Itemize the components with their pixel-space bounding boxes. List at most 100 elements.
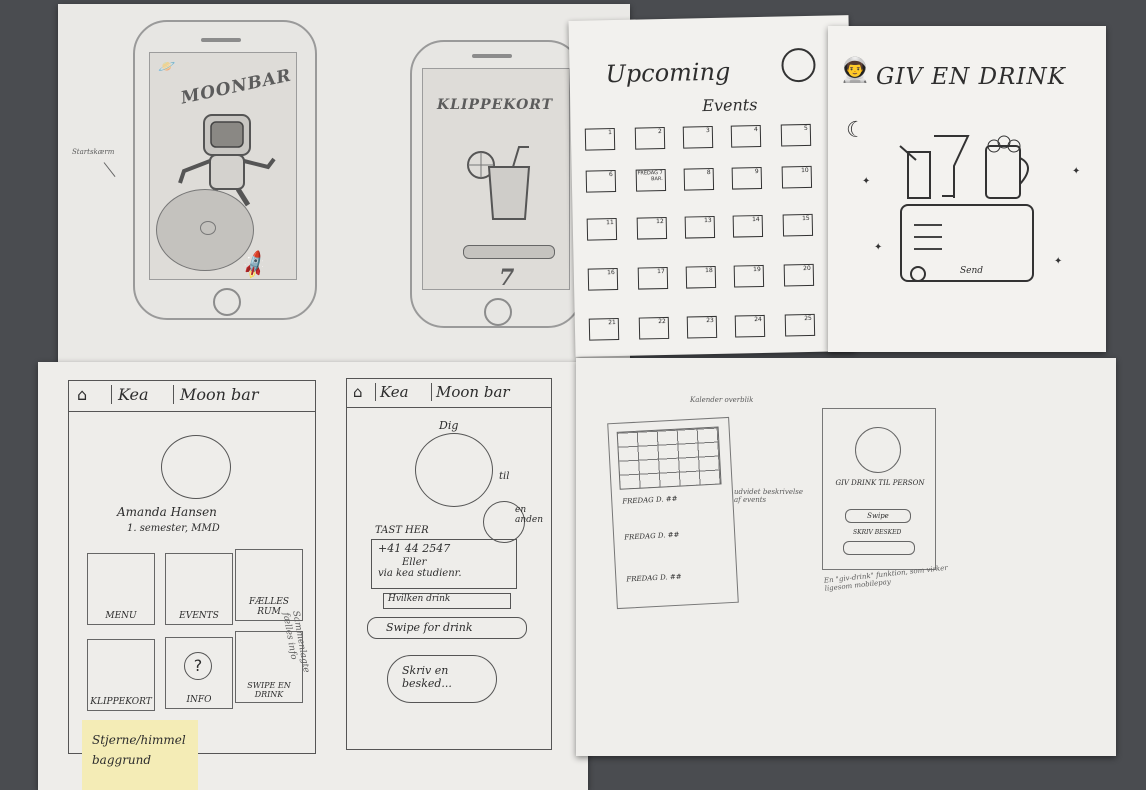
- message-field[interactable]: [843, 541, 915, 555]
- calendar-day: 12: [636, 216, 668, 240]
- eller-label: Eller: [402, 557, 427, 568]
- calendar-overview: [616, 426, 722, 490]
- calendar-day: 9: [731, 166, 763, 190]
- giv-en-drink-paper: GIV EN DRINK 👨‍🚀 ☾ Send ✦ ✦ ✦ ✦: [828, 26, 1106, 352]
- event-row: FREDAG D. ##: [626, 572, 682, 584]
- speaker: [472, 54, 512, 58]
- nav-bar: ⌂ Kea Moon bar: [347, 379, 551, 408]
- text-line: [914, 224, 942, 226]
- phone-screen: MOONBAR 🚀 🪐: [149, 52, 297, 282]
- calendar-day: 17: [637, 266, 669, 290]
- calendar-day: 6: [585, 170, 617, 193]
- question-icon: ?: [184, 652, 212, 680]
- calendar-day: 16: [587, 267, 619, 291]
- calendar-day: 19: [733, 264, 765, 288]
- text-line: [914, 248, 942, 250]
- dig-label: Dig: [439, 419, 459, 432]
- kalender-note: Kalender overblik: [690, 396, 754, 404]
- giv-en-drink-title: GIV EN DRINK: [876, 64, 1066, 90]
- upcoming-title: Upcoming: [605, 57, 731, 89]
- cookie-moon-icon: [781, 47, 816, 83]
- tile-label: MENU: [105, 611, 137, 621]
- tast-her-label: TAST HER: [375, 525, 429, 536]
- calendar-day: 11: [586, 218, 618, 241]
- phone-sketch-klippekort: KLIPPEKORT 7: [410, 40, 582, 328]
- calendar-day: 10: [781, 165, 813, 189]
- tile-klippekort[interactable]: KLIPPEKORT: [87, 639, 155, 711]
- tile-menu[interactable]: MENU: [87, 553, 155, 625]
- home-icon[interactable]: ⌂: [353, 383, 363, 401]
- message-card: Send: [900, 204, 1034, 282]
- tile-label: KLIPPEKORT: [90, 697, 152, 707]
- speaker: [201, 38, 241, 42]
- sticky-note: Stjerne/himmel baggrund: [82, 720, 198, 790]
- skriv-besked-label: SKRIV BESKED: [853, 529, 902, 536]
- calendar-day: FREDAG 7 BAR.: [635, 168, 667, 192]
- drinks-icon: [899, 135, 1029, 199]
- phone-number: +41 44 2547: [378, 542, 451, 555]
- tile-label: INFO: [186, 695, 212, 705]
- swipe-for-drink-button[interactable]: Swipe for drink: [367, 617, 527, 639]
- star-icon: ✦: [862, 176, 871, 187]
- events-paper: Upcoming Events 1 2 3 4 5 6 FREDAG 7 BAR…: [568, 15, 856, 357]
- star-icon: ✦: [874, 242, 883, 253]
- calendar-day: 21: [588, 317, 620, 341]
- calendar-grid: 1 2 3 4 5 6 FREDAG 7 BAR. 8 9 10 11 12 1…: [584, 123, 840, 348]
- calendar-day: 8: [683, 167, 715, 191]
- astronaut-icon: 👨‍🚀: [840, 56, 870, 84]
- star-icon: ✦: [1054, 256, 1063, 267]
- tile-label: EVENTS: [179, 611, 219, 621]
- progress-bar: [463, 245, 555, 259]
- calendar-day: 5: [780, 123, 812, 147]
- calendar-day: 22: [638, 316, 670, 340]
- calendar-day: 18: [685, 265, 717, 289]
- nav-moonbar[interactable]: Moon bar: [173, 385, 258, 404]
- nav-moonbar[interactable]: Moon bar: [431, 383, 510, 401]
- home-button: [484, 298, 512, 326]
- moonbar-title: MOONBAR: [179, 65, 294, 109]
- giv-drink-phone-sketch: GIV DRINK TIL PERSON Swipe SKRIV BESKED: [822, 408, 936, 570]
- drink-select[interactable]: Hvilken drink: [383, 593, 511, 609]
- calendar-day: 13: [684, 215, 716, 239]
- crescent-moon-icon: ☾: [846, 118, 866, 143]
- klippekort-count: 7: [499, 265, 515, 291]
- sticky-note-text: Stjerne/himmel baggrund: [92, 733, 186, 767]
- nav-kea[interactable]: Kea: [111, 385, 149, 404]
- events-title: Events: [702, 95, 758, 116]
- calendar-day: 20: [783, 263, 815, 287]
- drink-screen-sketch: ⌂ Kea Moon bar Dig til en anden TAST HER…: [346, 378, 552, 750]
- til-label: til: [499, 471, 510, 482]
- calendar-day: 2: [634, 126, 666, 150]
- drink-glass-icon: [467, 146, 531, 220]
- calendar-day: 25: [784, 313, 816, 337]
- text-line: [914, 236, 942, 238]
- phone-sketch-moonbar: MOONBAR 🚀 🪐: [133, 20, 317, 320]
- nav-kea[interactable]: Kea: [375, 383, 409, 401]
- calendar-day: 15: [782, 213, 814, 237]
- phone-screen: KLIPPEKORT 7: [422, 68, 570, 291]
- star-icon: ✦: [1072, 166, 1081, 177]
- phone-field[interactable]: +41 44 2547 Eller via kea studienr.: [371, 539, 517, 589]
- calendar-day: 4: [730, 124, 762, 148]
- udvidet-note: udvidet beskrivelse af events: [734, 488, 803, 504]
- calendar-day: 14: [732, 214, 764, 238]
- events-phone-sketch: FREDAG D. ## FREDAG D. ## FREDAG D. ##: [607, 416, 739, 610]
- event-row: FREDAG D. ##: [624, 530, 680, 542]
- home-button: [213, 288, 241, 316]
- nav-bar: ⌂ Kea Moon bar: [69, 381, 315, 412]
- swipe-pill[interactable]: Swipe: [845, 509, 911, 523]
- message-bubble[interactable]: Skriv en besked...: [387, 655, 497, 703]
- studienr-label: via kea studienr.: [378, 568, 462, 579]
- crater: [200, 221, 216, 235]
- avatar: [161, 435, 231, 499]
- tile-events[interactable]: EVENTS: [165, 553, 233, 625]
- planet-icon: 🪐: [158, 59, 176, 75]
- profile-name: Amanda Hansen: [117, 505, 217, 519]
- calendar-day: 1: [584, 128, 616, 151]
- calendar-day: 3: [682, 125, 714, 149]
- calendar-day: 24: [734, 314, 766, 338]
- home-icon[interactable]: ⌂: [77, 385, 87, 404]
- profile-screen-sketch: ⌂ Kea Moon bar Amanda Hansen 1. semester…: [68, 380, 316, 754]
- tile-info[interactable]: INFO ?: [165, 637, 233, 709]
- swipe-circle: [910, 266, 926, 282]
